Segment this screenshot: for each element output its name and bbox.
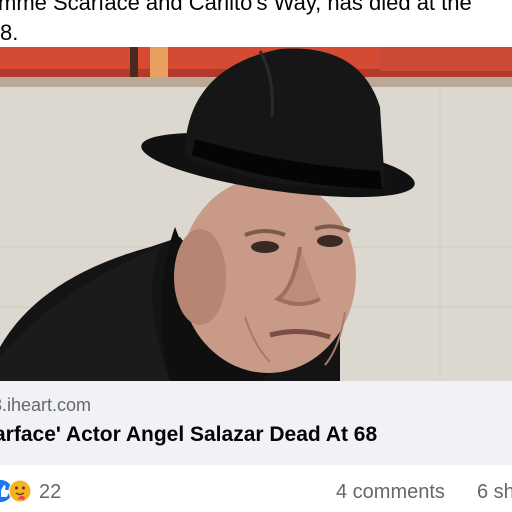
link-preview-meta[interactable]: 3.iheart.com arface' Actor Angel Salazar… (0, 381, 512, 465)
reaction-icons[interactable] (0, 479, 34, 503)
photo-illustration (0, 47, 512, 381)
comments-count[interactable]: 4 comments (336, 481, 445, 504)
engagement-bar: 22 4 comments 6 sh (0, 470, 512, 512)
post-text: mme Scarface and Carlito's Way, has died… (0, 0, 512, 48)
care-icon (8, 479, 32, 503)
shares-count[interactable]: 6 sh (477, 481, 512, 504)
link-preview-image[interactable] (0, 47, 512, 381)
reaction-count[interactable]: 22 (39, 481, 61, 504)
link-title[interactable]: arface' Actor Angel Salazar Dead At 68 (0, 423, 377, 447)
link-preview-card[interactable]: 3.iheart.com arface' Actor Angel Salazar… (0, 47, 512, 465)
link-domain: 3.iheart.com (0, 395, 92, 415)
post-text-line-1: mme Scarface and Carlito's Way, has died… (0, 0, 472, 15)
post-text-line-2: 8. (0, 20, 19, 45)
